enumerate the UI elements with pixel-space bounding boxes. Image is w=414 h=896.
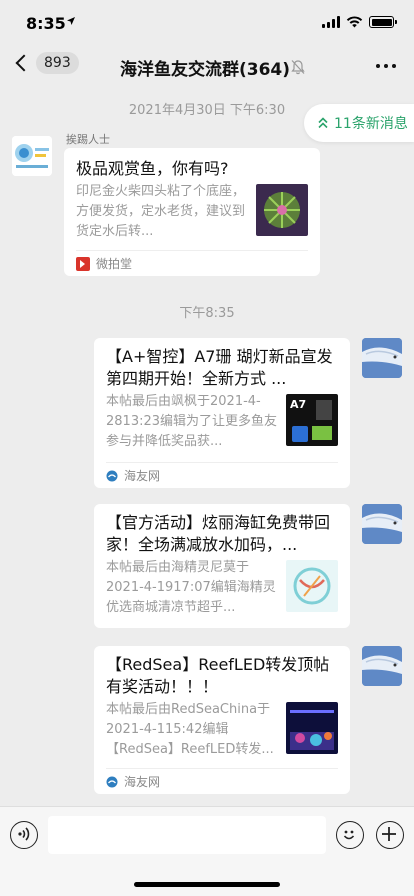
wifi-icon [346,16,363,28]
card-description: 本帖最后由RedSeaChina于2021-4-115:42编辑【RedSea】… [106,702,274,757]
card-source: 海友网 [106,768,338,794]
chat-header: 893 海洋鱼友交流群(364) [0,46,414,88]
chat-title: 海洋鱼友交流群(364) [120,60,291,80]
fish-avatar-image [362,338,402,378]
location-arrow-icon [66,16,76,29]
haiyouwang-logo-icon [106,776,118,787]
smiley-icon [343,830,355,840]
dot-icon [376,64,380,68]
card-source-name: 微拍堂 [96,257,133,271]
more-actions-button[interactable] [376,821,404,849]
double-chevron-up-icon [318,117,328,129]
card-source-name: 海友网 [124,469,161,483]
card-description: 本帖最后由海精灵尼莫于2021-4-1917:07编辑海精灵优选商城清凉节超乎.… [106,560,276,615]
shared-link-card[interactable]: 【RedSea】ReefLED转发顶帖有奖活动！！！ 本帖最后由RedSeaCh… [94,646,350,794]
dot-icon [384,64,388,68]
cellular-signal-icon [322,16,340,28]
fish-avatar-image [362,646,402,686]
new-messages-button[interactable]: 11条新消息 [304,104,414,142]
shared-link-card[interactable]: 【A+智控】A7珊 瑚灯新品宣发 第四期开始！全新方式 ... 本帖最后由飒枫于… [94,338,350,488]
voice-icon [18,827,30,841]
card-title: 【官方活动】炫丽海缸免费带回家！全场满减放水加码，... [106,513,331,554]
card-thumbnail [256,184,308,236]
new-messages-label: 11条新消息 [334,116,408,132]
mute-bell-icon [291,60,305,75]
emoji-button[interactable] [336,821,364,849]
back-button[interactable]: 893 [12,52,79,74]
my-avatar[interactable] [362,504,402,544]
card-source: 海友网 [106,462,338,488]
card-title: 极品观赏鱼，你有吗? [76,159,229,178]
message-input[interactable] [48,816,326,854]
sender-avatar[interactable] [12,136,52,176]
more-options-button[interactable] [376,64,396,68]
card-thumbnail [286,560,338,612]
dot-icon [392,64,396,68]
status-time: 8:35 [26,14,66,33]
timestamp-separator: 下午8:35 [179,306,235,321]
my-avatar[interactable] [362,338,402,378]
my-avatar[interactable] [362,646,402,686]
card-thumbnail: A7 [286,394,338,446]
home-indicator [134,882,280,887]
card-title: 【RedSea】ReefLED转发顶帖有奖活动！！！ [106,655,330,696]
card-source-name: 海友网 [124,775,161,789]
haiyouwang-logo-icon [106,470,118,481]
shared-link-card[interactable]: 极品观赏鱼，你有吗? 印尼金火柴四头粘了个底座，方便发货，定水老货，建议到货定水… [64,148,320,276]
battery-icon [369,16,397,28]
card-description: 本帖最后由飒枫于2021-4-2813:23编辑为了让更多鱼友参与并降低奖品获.… [106,394,278,449]
card-title: 【A+智控】A7珊 瑚灯新品宣发 第四期开始！全新方式 ... [106,347,333,388]
fish-avatar-image [362,504,402,544]
card-thumbnail [286,702,338,754]
status-bar: 8:35 [0,0,414,46]
sender-logo-image [12,136,52,176]
plus-icon [382,827,396,841]
chevron-left-icon [15,54,33,72]
card-description: 印尼金火柴四头粘了个底座，方便发货，定水老货，建议到货定水后转... [76,184,246,239]
thumbnail-label: A7 [290,398,306,411]
shared-link-card[interactable]: 【官方活动】炫丽海缸免费带回家！全场满减放水加码，... 本帖最后由海精灵尼莫于… [94,504,350,628]
weipaitang-logo-icon [76,256,90,271]
status-icons [322,16,397,28]
voice-input-button[interactable] [10,821,38,849]
card-source: 微拍堂 [76,250,308,276]
sender-name: 挨踢人士 [66,133,110,146]
unread-count-badge: 893 [36,52,79,74]
